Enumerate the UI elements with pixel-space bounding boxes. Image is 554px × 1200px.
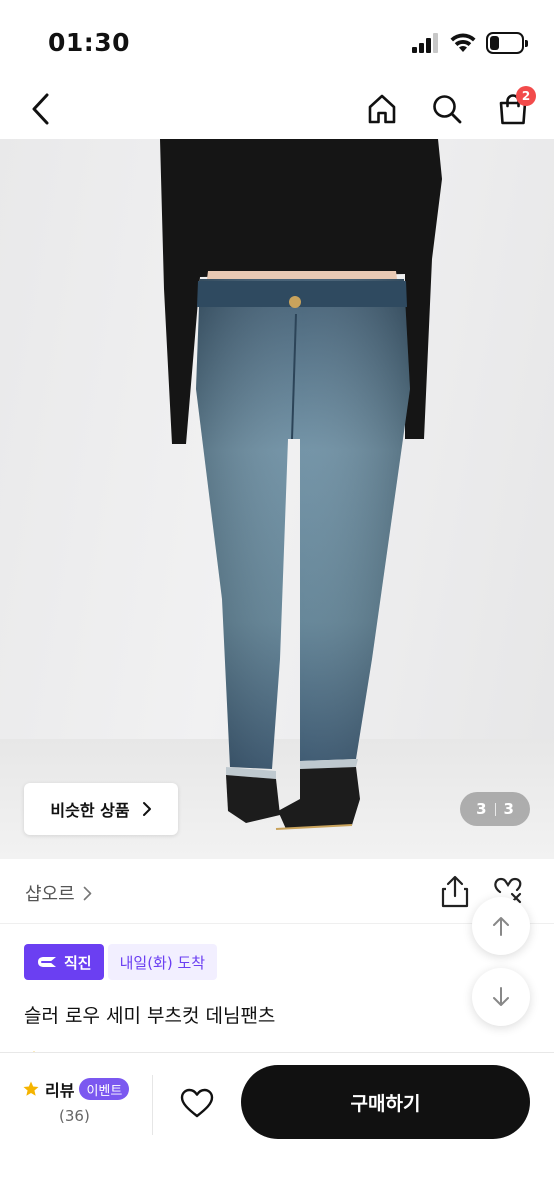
arrival-date-label: 내일(화) 도착 (119, 953, 206, 972)
home-button[interactable] (357, 84, 407, 134)
chevron-right-icon (83, 886, 91, 900)
direct-delivery-tag: 직진 (24, 944, 104, 980)
similar-products-button[interactable]: 비슷한 상품 (24, 783, 178, 835)
cart-count-badge: 2 (516, 86, 536, 106)
direct-delivery-icon (38, 957, 56, 967)
heart-icon (180, 1088, 214, 1118)
review-header: 리뷰 이벤트 (22, 1077, 142, 1101)
shop-row: 샵오르 (0, 860, 554, 924)
review-label: 리뷰 (45, 1081, 75, 1100)
chevron-right-icon (142, 802, 151, 816)
buy-button[interactable]: 구매하기 (241, 1065, 530, 1139)
event-badge: 이벤트 (79, 1078, 130, 1100)
product-detail-screen: 01:30 2 비슷한 상품 3 3 샵오르 직진 내일(화) 도착 슬러 로우… (0, 0, 554, 1200)
arrival-date-tag: 내일(화) 도착 (107, 944, 218, 980)
scroll-to-top-button[interactable] (472, 897, 530, 955)
direct-delivery-label: 직진 (64, 953, 92, 972)
product-image-gallery[interactable]: 비슷한 상품 3 3 (0, 139, 554, 859)
search-button[interactable] (422, 84, 472, 134)
search-icon (433, 95, 462, 124)
delivery-tags: 직진 내일(화) 도착 (24, 944, 218, 980)
review-summary[interactable]: 리뷰 이벤트 (36) (22, 1077, 142, 1125)
signal-icon (412, 33, 438, 53)
star-icon (23, 1081, 39, 1096)
pager-divider (494, 802, 496, 816)
bottom-action-bar: 리뷰 이벤트 (36) 구매하기 (0, 1052, 554, 1200)
wishlist-button[interactable] (177, 1083, 217, 1123)
nav-bar: 2 (0, 80, 554, 138)
arrow-down-icon (493, 987, 509, 1006)
review-count: (36) (59, 1107, 90, 1125)
pager-current: 3 (476, 800, 487, 818)
wifi-icon (450, 33, 476, 52)
product-title: 슬러 로우 세미 부츠컷 데님팬츠 (24, 1005, 276, 1027)
shop-name: 샵오르 (25, 884, 75, 905)
cart-button[interactable]: 2 (488, 84, 538, 134)
pager-total: 3 (503, 800, 514, 818)
home-icon (368, 94, 396, 124)
image-pager: 3 3 (460, 792, 530, 826)
status-bar: 01:30 (0, 0, 554, 80)
battery-level (490, 36, 499, 50)
share-button[interactable] (438, 874, 472, 910)
share-icon (441, 875, 469, 908)
back-icon (32, 93, 49, 125)
product-photo-jeans (160, 139, 442, 830)
scroll-to-bottom-button[interactable] (472, 968, 530, 1026)
back-button[interactable] (16, 84, 66, 134)
battery-icon (486, 32, 528, 54)
status-icons (412, 32, 528, 54)
bottom-divider (152, 1075, 153, 1135)
status-time: 01:30 (48, 28, 131, 57)
shop-link[interactable]: 샵오르 (25, 880, 92, 906)
arrow-up-icon (493, 917, 509, 936)
similar-products-label: 비슷한 상품 (50, 801, 130, 820)
